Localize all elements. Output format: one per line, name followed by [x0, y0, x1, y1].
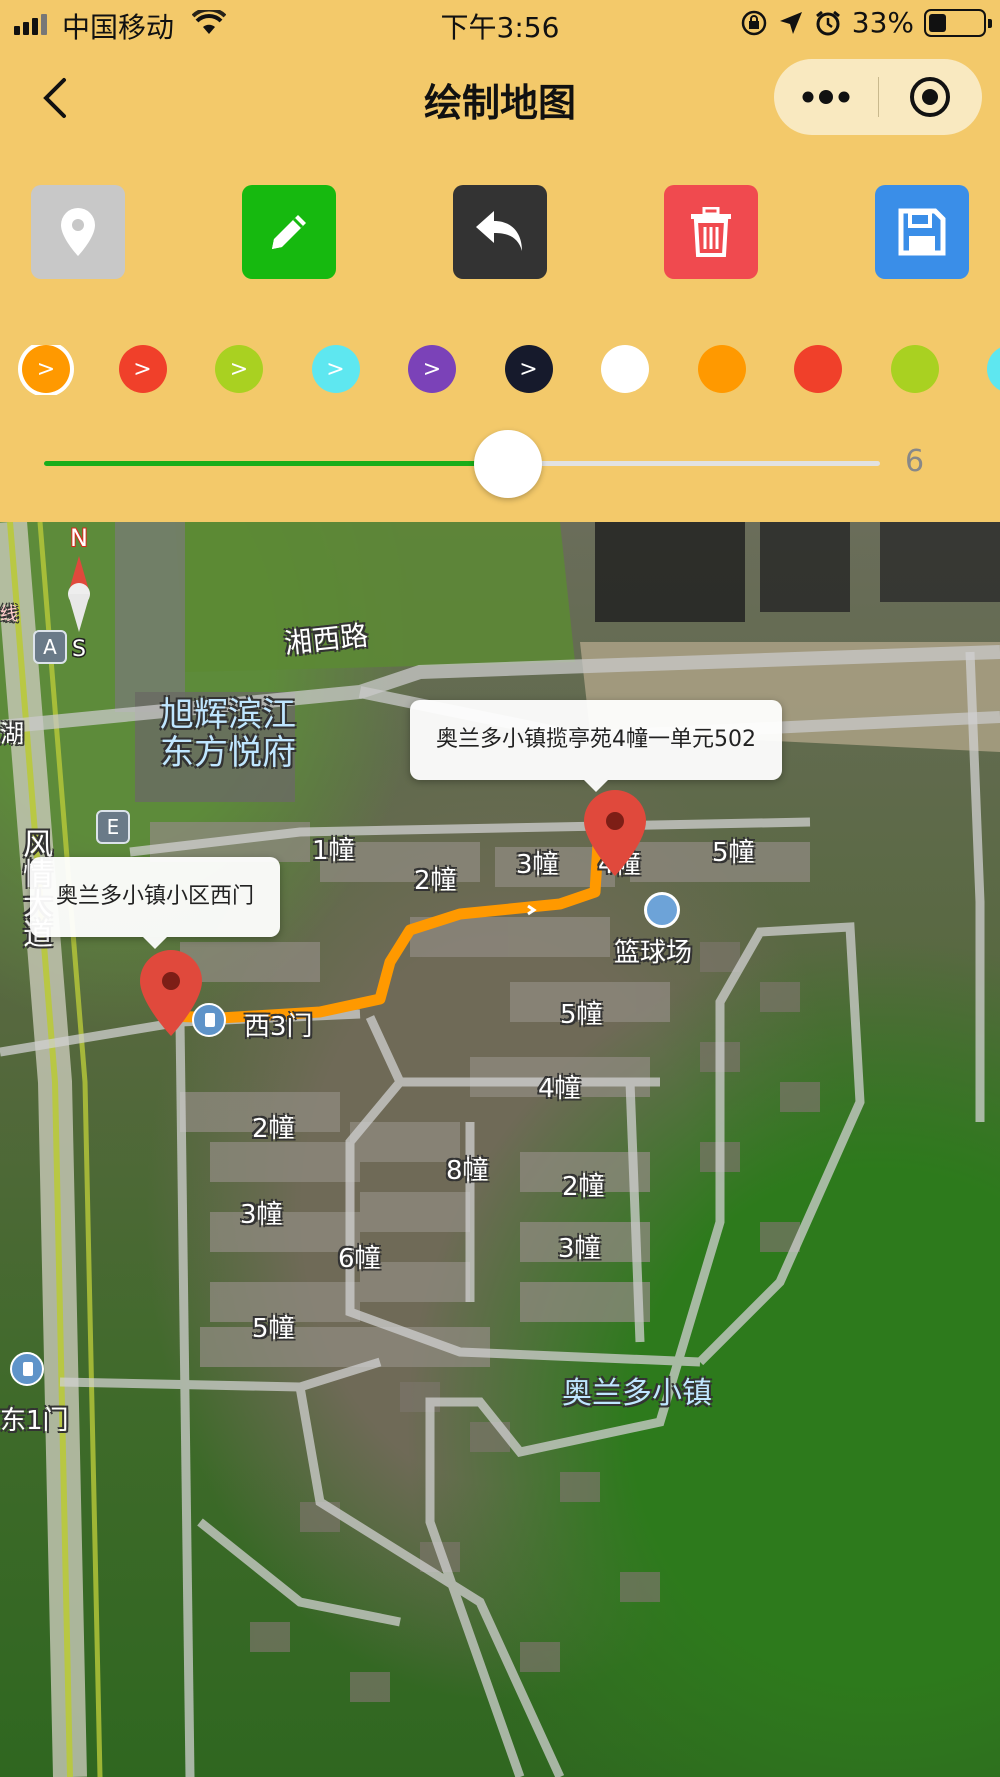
battery-icon: [924, 8, 992, 37]
undo-icon: [476, 211, 522, 251]
poi-name-line2: 东方悦府: [160, 733, 296, 773]
color-swatch[interactable]: >: [118, 345, 167, 393]
slider-thumb[interactable]: [473, 430, 542, 498]
location-arrow-icon: [779, 11, 802, 34]
close-program-button[interactable]: [879, 59, 983, 135]
red-label-fragment: 线: [0, 604, 18, 625]
map-badge-e: E: [96, 810, 130, 844]
undo-button[interactable]: [453, 185, 547, 279]
color-swatch[interactable]: [794, 345, 842, 393]
delete-button[interactable]: [664, 185, 758, 279]
save-icon: [898, 208, 946, 256]
status-bar: 中国移动 下午3:56 33%: [0, 0, 1000, 50]
color-palette: > > > > > >: [0, 345, 1000, 395]
color-swatch[interactable]: [601, 345, 649, 393]
community-name-label: 奥兰多小镇: [562, 1376, 712, 1411]
lake-label-fragment: 湖: [0, 720, 24, 748]
map-pin-icon: [61, 208, 95, 256]
building-label: 5幢: [252, 1314, 295, 1344]
building-label: 2幢: [414, 866, 457, 896]
building-label: 3幢: [516, 850, 559, 880]
color-swatch[interactable]: >: [311, 345, 360, 393]
rotation-lock-icon: [741, 10, 767, 35]
drawing-toolbar: [0, 185, 1000, 279]
compass-north-label: N: [70, 524, 88, 552]
gate-icon: [10, 1352, 44, 1386]
building-label: 3幢: [558, 1234, 601, 1264]
building-label: 3幢: [240, 1200, 283, 1230]
more-dots-icon: [802, 90, 850, 104]
building-label: 1幢: [312, 836, 355, 866]
slider-fill: [44, 461, 508, 466]
back-button[interactable]: [30, 70, 86, 126]
slider-value: 6: [905, 444, 925, 479]
start-point-callout[interactable]: 奥兰多小镇小区西门: [30, 857, 281, 949]
color-swatch[interactable]: >: [408, 345, 456, 393]
map-badge-a: A: [33, 630, 67, 664]
start-point-marker-icon[interactable]: [136, 948, 206, 1038]
color-swatch[interactable]: [987, 345, 1000, 393]
more-button[interactable]: [774, 59, 878, 135]
basketball-court-icon: [644, 892, 680, 928]
end-point-marker-icon[interactable]: [580, 788, 650, 878]
building-label: 6幢: [338, 1244, 381, 1274]
alarm-icon: [815, 10, 840, 35]
navigation-bar: 绘制地图: [0, 52, 1000, 144]
building-label: 8幢: [446, 1156, 489, 1186]
gate-west3-label: 西3门: [244, 1012, 313, 1042]
pencil-icon: [272, 215, 306, 249]
color-swatch[interactable]: [890, 345, 939, 393]
basketball-court-label: 篮球场: [614, 938, 693, 968]
gate-east1-label: 东1门: [0, 1406, 69, 1436]
end-point-callout[interactable]: 奥兰多小镇揽亭苑4幢一单元502: [410, 700, 782, 792]
building-label: 4幢: [538, 1074, 581, 1104]
color-swatch[interactable]: [697, 345, 746, 393]
chevron-left-icon: [43, 78, 66, 118]
save-button[interactable]: [875, 185, 969, 279]
compass-south-label: S: [72, 637, 86, 662]
draw-button[interactable]: [242, 185, 336, 279]
battery-percentage: 33%: [851, 6, 914, 39]
trash-icon: [691, 207, 731, 257]
color-swatch[interactable]: >: [22, 345, 70, 393]
building-label: 2幢: [252, 1114, 295, 1144]
color-swatch[interactable]: >: [504, 345, 553, 393]
building-label: 5幢: [712, 838, 755, 868]
building-label: 5幢: [560, 1000, 603, 1030]
poi-name-line1: 旭辉滨江: [160, 695, 296, 735]
color-swatch[interactable]: >: [215, 345, 263, 393]
satellite-map[interactable]: N S A E 湘西路 旭辉滨江 东方悦府 风情大道 湖 线 1幢 2幢 3幢 …: [0, 522, 1000, 1777]
line-width-slider[interactable]: [44, 430, 880, 500]
marker-button[interactable]: [31, 185, 125, 279]
mini-program-capsule: [774, 59, 982, 135]
building-label: 2幢: [562, 1172, 605, 1202]
target-circle-icon: [910, 77, 951, 117]
